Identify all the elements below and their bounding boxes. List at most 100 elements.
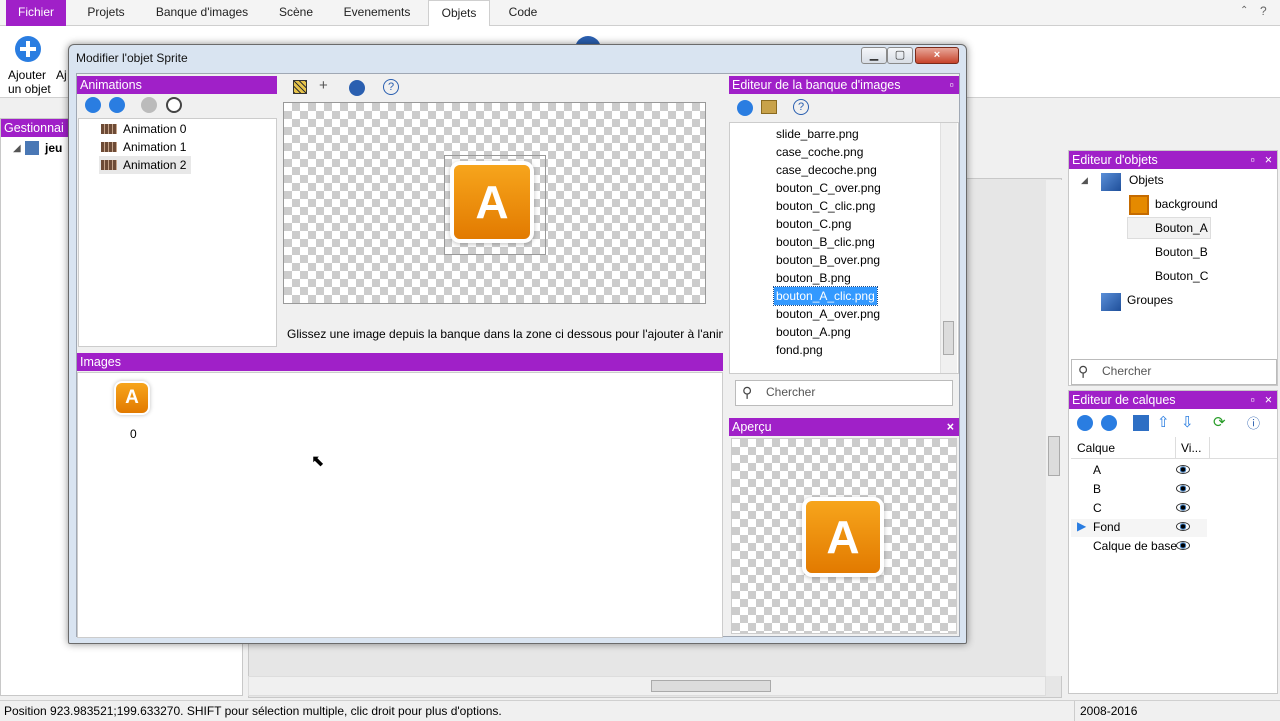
tab-evenements[interactable]: Evenements	[334, 0, 420, 26]
images-strip[interactable]: A 0 ⬉	[77, 372, 723, 638]
canvas-vscrollbar[interactable]	[709, 118, 721, 284]
minimize-button[interactable]: ▁	[861, 47, 887, 64]
bank-file-9-selected[interactable]: bouton_A_clic.png	[773, 286, 878, 306]
bank-file-2[interactable]: case_decoche.png	[776, 161, 877, 179]
dialog-body: Animations Animation 0 Animation 1 Anima…	[76, 73, 960, 638]
bank-file-12[interactable]: fond.png	[776, 341, 823, 359]
objects-folder-icon	[1101, 173, 1121, 191]
eye-icon[interactable]	[1176, 484, 1190, 493]
bank-file-10[interactable]: bouton_A_over.png	[776, 305, 880, 323]
refresh-icon[interactable]: ⟳	[1213, 413, 1226, 431]
status-bar: Position 923.983521;199.633270. SHIFT po…	[0, 700, 1280, 721]
maximize-icon[interactable]: ▫	[950, 76, 954, 94]
layer-row-base[interactable]: Calque de base	[1093, 539, 1177, 553]
eye-icon[interactable]	[1176, 465, 1190, 474]
tab-code[interactable]: Code	[498, 0, 548, 26]
points-icon[interactable]: +	[319, 77, 328, 94]
close-icon[interactable]: ×	[947, 418, 954, 436]
open-resource-icon[interactable]	[761, 100, 777, 114]
eye-icon[interactable]	[1176, 522, 1190, 531]
bank-file-1[interactable]: case_coche.png	[776, 143, 863, 161]
maximize-button[interactable]: ▢	[887, 47, 913, 64]
project-root-item[interactable]: jeu	[45, 141, 62, 155]
animation-item-1[interactable]: Animation 1	[123, 138, 186, 156]
layer-editor-title-text: Editeur de calques	[1072, 393, 1176, 407]
bank-file-5[interactable]: bouton_C.png	[776, 215, 851, 233]
mask-icon[interactable]	[293, 80, 307, 94]
object-item-background[interactable]: background	[1155, 197, 1218, 211]
object-search-input[interactable]: ⚲ Chercher	[1071, 359, 1277, 385]
bank-file-7[interactable]: bouton_B_over.png	[776, 251, 880, 269]
eye-icon[interactable]	[1176, 503, 1190, 512]
scene-hscroll-thumb[interactable]	[651, 680, 771, 692]
scene-vscroll-thumb[interactable]	[1048, 436, 1060, 476]
object-editor-title: Editeur d'objets ▫ ×	[1069, 151, 1277, 169]
maximize-icon[interactable]: ▫	[1251, 391, 1255, 409]
remove-animation-icon[interactable]	[109, 97, 125, 113]
remove-layer-icon[interactable]	[1101, 415, 1117, 431]
bank-file-4[interactable]: bouton_C_clic.png	[776, 197, 875, 215]
project-icon	[25, 141, 39, 155]
scene-vscrollbar[interactable]	[1046, 180, 1064, 676]
canvas-hscrollbar[interactable]	[283, 306, 706, 320]
tab-fichier[interactable]: Fichier	[6, 0, 66, 26]
maximize-icon[interactable]: ▫	[1251, 151, 1255, 169]
scene-hscrollbar[interactable]	[248, 676, 1046, 696]
loop-icon[interactable]	[141, 97, 157, 113]
move-up-icon[interactable]: ⇧	[1157, 413, 1170, 431]
close-button[interactable]: ×	[915, 47, 959, 64]
tab-projets[interactable]: Projets	[74, 0, 138, 26]
add-animation-icon[interactable]	[85, 97, 101, 113]
add-image-icon[interactable]	[737, 100, 753, 116]
image-thumb-0[interactable]: A	[116, 383, 148, 413]
help-icon[interactable]: ?	[383, 79, 399, 95]
move-down-icon[interactable]: ⇩	[1181, 413, 1194, 431]
timer-icon[interactable]	[166, 97, 182, 113]
help-icon[interactable]: ?	[1260, 4, 1272, 18]
object-editor-panel: Editeur d'objets ▫ × ◢ Objets background…	[1068, 150, 1278, 386]
expand-arrow-icon[interactable]: ◢	[13, 143, 21, 154]
bank-file-3[interactable]: bouton_C_over.png	[776, 179, 881, 197]
bank-file-6[interactable]: bouton_B_clic.png	[776, 233, 875, 251]
help-icon[interactable]: ?	[793, 99, 809, 115]
sprite-canvas[interactable]: A	[283, 102, 706, 304]
image-index-0: 0	[130, 427, 137, 441]
expand-arrow-icon[interactable]: ◢	[1081, 175, 1088, 186]
play-icon[interactable]	[349, 80, 365, 96]
object-item-bouton-c[interactable]: Bouton_C	[1155, 269, 1208, 283]
layer-row-c[interactable]: C	[1093, 501, 1102, 515]
tab-scene[interactable]: Scène	[268, 0, 324, 26]
bank-file-11[interactable]: bouton_A.png	[776, 323, 851, 341]
object-editor-title-text: Editeur d'objets	[1072, 153, 1158, 167]
tab-objets[interactable]: Objets	[428, 0, 490, 27]
help-icon[interactable]: ⓘ	[1247, 413, 1260, 432]
bank-file-0[interactable]: slide_barre.png	[776, 125, 859, 143]
close-icon[interactable]: ×	[1265, 391, 1272, 409]
object-item-bouton-a[interactable]: Bouton_A	[1155, 221, 1208, 235]
animation-item-0[interactable]: Animation 0	[123, 120, 186, 138]
add-object-label-2[interactable]: un objet	[8, 82, 51, 96]
add-layer-icon[interactable]	[1077, 415, 1093, 431]
close-icon[interactable]: ×	[1265, 151, 1272, 169]
layer-row-b[interactable]: B	[1093, 482, 1101, 496]
add-object-icon[interactable]	[15, 36, 41, 62]
bank-search-input[interactable]: ⚲ Chercher	[735, 380, 953, 406]
objects-root-label[interactable]: Objets	[1129, 173, 1164, 187]
image-bank-list: slide_barre.png case_coche.png case_deco…	[729, 122, 959, 374]
eye-icon[interactable]	[1176, 541, 1190, 550]
animation-item-2[interactable]: Animation 2	[123, 156, 186, 174]
groups-label[interactable]: Groupes	[1127, 293, 1173, 307]
tab-banque-images[interactable]: Banque d'images	[146, 0, 258, 26]
bank-vscrollbar[interactable]	[940, 123, 957, 373]
add-object-label-1[interactable]: Ajouter	[8, 68, 46, 82]
layer-editor-title: Editeur de calques ▫ ×	[1069, 391, 1277, 409]
status-right: 2008-2016	[1080, 704, 1138, 718]
layer-row-a[interactable]: A	[1093, 463, 1101, 477]
bank-file-8[interactable]: bouton_B.png	[776, 269, 851, 287]
layer-row-fond[interactable]: Fond	[1093, 520, 1120, 534]
edit-layer-icon[interactable]	[1133, 415, 1149, 431]
collapse-ribbon-icon[interactable]: ⌃	[1240, 5, 1252, 17]
object-item-bouton-b[interactable]: Bouton_B	[1155, 245, 1208, 259]
bank-vscroll-thumb[interactable]	[943, 321, 954, 355]
animations-header: Animations	[77, 76, 277, 94]
